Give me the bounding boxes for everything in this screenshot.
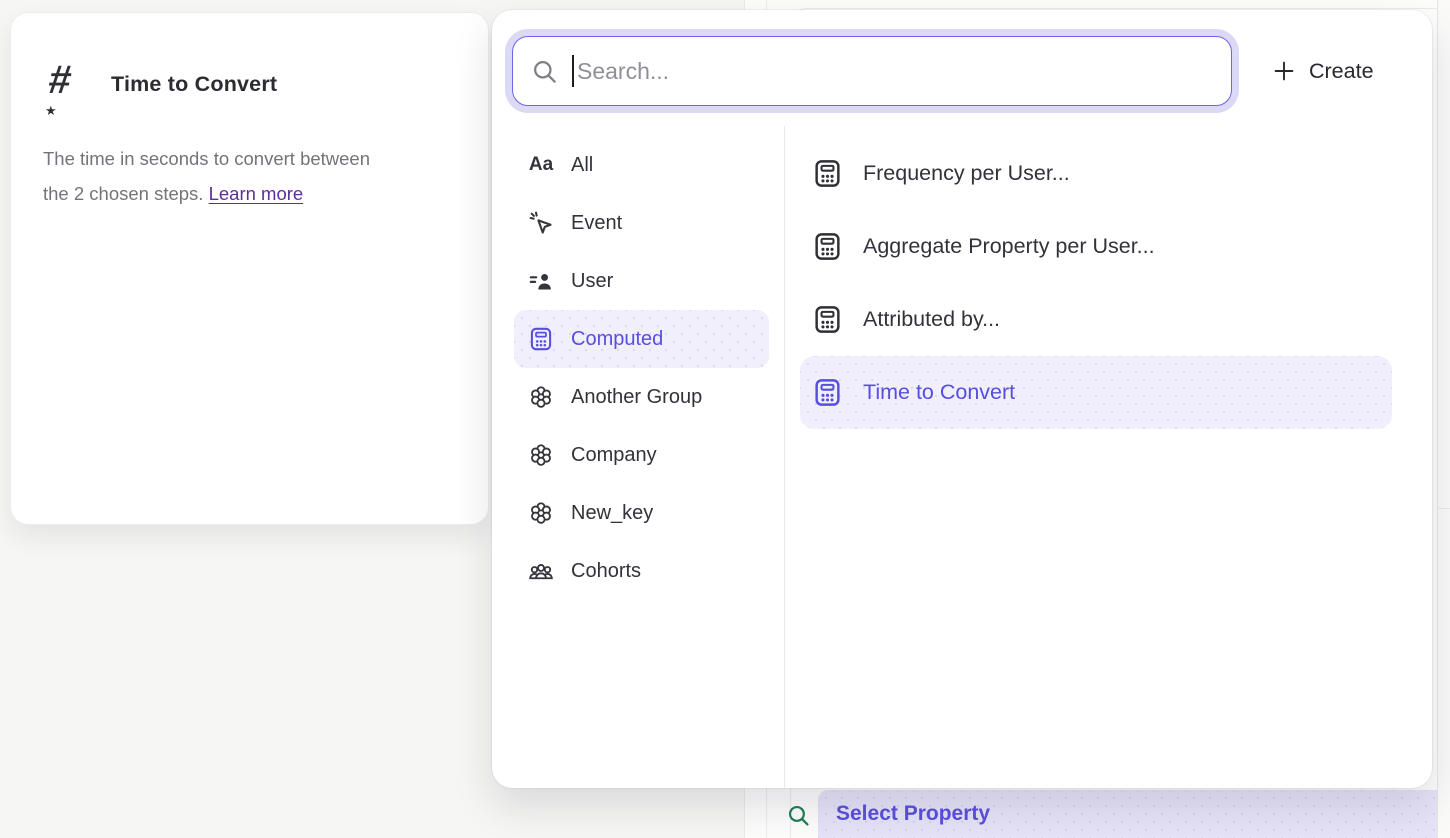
category-new-key[interactable]: New_key	[514, 484, 769, 542]
result-aggregate-property-per-user[interactable]: Aggregate Property per User...	[800, 210, 1392, 283]
category-another-group[interactable]: Another Group	[514, 368, 769, 426]
result-list: Frequency per User... Aggregate Property…	[800, 137, 1392, 429]
column-divider	[784, 126, 785, 788]
text-format-icon: Aa	[527, 151, 555, 179]
group-cluster-icon	[527, 499, 555, 527]
category-user[interactable]: User	[514, 252, 769, 310]
result-attributed-by[interactable]: Attributed by...	[800, 283, 1392, 356]
user-list-icon	[527, 267, 555, 295]
number-hash-icon: # ★	[49, 57, 97, 111]
background-right-divider	[1438, 508, 1450, 509]
category-computed[interactable]: Computed	[514, 310, 769, 368]
create-label: Create	[1309, 59, 1374, 84]
people-icon	[527, 557, 555, 585]
group-cluster-icon	[527, 441, 555, 469]
search-field[interactable]	[512, 36, 1232, 106]
learn-more-link[interactable]: Learn more	[209, 183, 304, 204]
create-button[interactable]: Create	[1272, 36, 1374, 106]
select-property-label: Select Property	[836, 802, 990, 826]
calculator-icon	[812, 158, 843, 189]
calculator-icon	[527, 325, 555, 353]
category-all[interactable]: Aa All	[514, 136, 769, 194]
tooltip-title: Time to Convert	[111, 72, 277, 97]
select-property-button[interactable]: Select Property	[818, 790, 1437, 838]
category-event[interactable]: Event	[514, 194, 769, 252]
text-caret	[572, 55, 574, 87]
search-icon	[786, 803, 811, 828]
group-cluster-icon	[527, 383, 555, 411]
search-icon	[531, 58, 558, 85]
result-frequency-per-user[interactable]: Frequency per User...	[800, 137, 1392, 210]
calculator-icon	[812, 304, 843, 335]
property-tooltip-card: # ★ Time to Convert The time in seconds …	[10, 12, 489, 525]
background-right-panel	[1437, 0, 1450, 838]
calculator-icon	[812, 231, 843, 262]
property-picker-popup: Create Aa All Event User Computed Anothe…	[492, 10, 1432, 788]
category-cohorts[interactable]: Cohorts	[514, 542, 769, 600]
screen: Select Property # ★ Time to Convert The …	[0, 0, 1450, 838]
cursor-click-icon	[527, 209, 555, 237]
category-list: Aa All Event User Computed Another Group…	[514, 136, 769, 600]
search-input[interactable]	[577, 58, 1213, 85]
plus-icon	[1272, 59, 1296, 83]
tooltip-description: The time in seconds to convert between t…	[43, 141, 463, 211]
result-time-to-convert[interactable]: Time to Convert	[800, 356, 1392, 429]
calculator-icon	[812, 377, 843, 408]
category-company[interactable]: Company	[514, 426, 769, 484]
